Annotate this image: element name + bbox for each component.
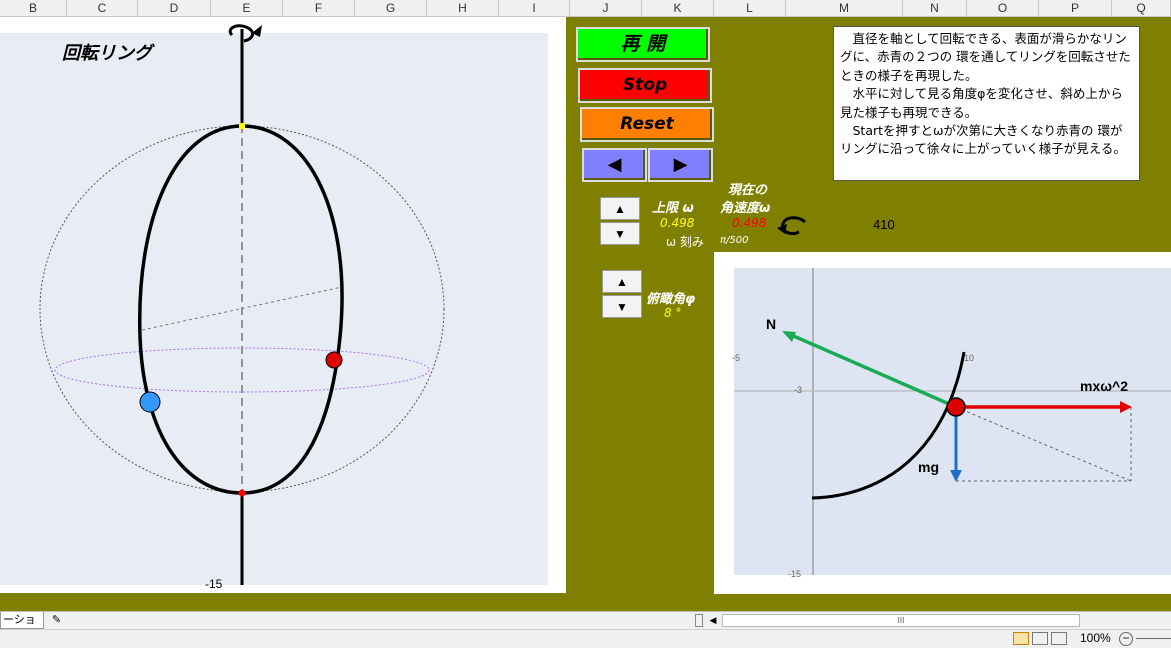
- new-sheet-icon[interactable]: ✎: [52, 614, 74, 627]
- current-omega-label-2: 角速度ω: [720, 201, 771, 216]
- zoom-level[interactable]: 100%: [1080, 631, 1111, 645]
- column-N[interactable]: N: [903, 0, 967, 16]
- normal-view-icon[interactable]: [1013, 632, 1029, 645]
- tick-y-bottom: -15: [788, 569, 802, 579]
- counter-value: 410: [873, 217, 895, 232]
- restart-button[interactable]: 再 開: [576, 27, 710, 62]
- column-J[interactable]: J: [570, 0, 642, 16]
- upper-limit-label: 上限 ω: [652, 201, 694, 216]
- split-handle[interactable]: [695, 614, 703, 627]
- column-D[interactable]: D: [138, 0, 211, 16]
- red-bead: [325, 351, 343, 369]
- bottom-marker: [238, 489, 246, 497]
- next-button[interactable]: ▶: [648, 148, 713, 182]
- centripetal-arrow-head: [1120, 401, 1132, 413]
- page-break-view-icon[interactable]: [1051, 632, 1067, 645]
- spin-down-icon[interactable]: ▼: [600, 222, 640, 245]
- top-marker: [239, 123, 245, 129]
- spin-down-icon[interactable]: ▼: [602, 295, 642, 318]
- prev-button[interactable]: ◀: [582, 148, 647, 182]
- normal-force-arrow: [788, 332, 957, 409]
- tick-y-top: -3: [794, 385, 803, 395]
- column-header: B C D E F G H I J K L M N O P Q: [0, 0, 1171, 17]
- column-C[interactable]: C: [67, 0, 138, 16]
- column-E[interactable]: E: [211, 0, 283, 16]
- page-layout-view-icon[interactable]: [1032, 632, 1048, 645]
- angle-spinner[interactable]: ▲ ▼: [602, 270, 642, 318]
- upper-limit-value: 0.498: [660, 216, 695, 230]
- normal-force-head: [782, 331, 796, 342]
- omega-step-label: ω 刻み: [666, 235, 704, 249]
- ring-axis-bottom-label: -15: [205, 577, 223, 591]
- column-O[interactable]: O: [967, 0, 1039, 16]
- spin-up-icon[interactable]: ▲: [600, 197, 640, 220]
- column-G[interactable]: G: [355, 0, 427, 16]
- bead-position: [946, 397, 966, 417]
- stop-button[interactable]: Stop: [578, 68, 712, 103]
- reset-button[interactable]: Reset: [580, 107, 714, 142]
- angle-label: 俯瞰角φ: [646, 292, 696, 307]
- tick-x-right: 10: [964, 353, 975, 363]
- angle-value: 8 °: [664, 306, 682, 320]
- ring-arc: [811, 351, 966, 500]
- current-omega-value: 0.498: [732, 216, 767, 230]
- blue-bead: [139, 391, 161, 413]
- ring-drawing: [39, 24, 445, 585]
- sheet-tab[interactable]: ーション: [0, 612, 44, 642]
- horizontal-scroll-thumb[interactable]: III: [722, 614, 1080, 627]
- omega-step-value: π/500: [720, 235, 749, 246]
- ring-chart-title: 回転リング: [62, 43, 152, 64]
- sheet-tab-bar: ーション ✎ ◀ III: [0, 611, 1171, 642]
- column-F[interactable]: F: [283, 0, 355, 16]
- column-K[interactable]: K: [642, 0, 714, 16]
- column-Q[interactable]: Q: [1112, 0, 1171, 16]
- column-M[interactable]: M: [786, 0, 903, 16]
- ring-chart[interactable]: 回転リング -15: [0, 17, 566, 593]
- label-mxw2: mxω^2: [1080, 378, 1129, 394]
- column-L[interactable]: L: [714, 0, 786, 16]
- scroll-left-icon[interactable]: ◀: [706, 614, 720, 627]
- column-P[interactable]: P: [1039, 0, 1112, 16]
- omega-spinner[interactable]: ▲ ▼: [600, 197, 640, 245]
- tick-x-left: -5: [732, 353, 741, 363]
- force-drawing: [734, 268, 1171, 575]
- gravity-arrow-head: [950, 470, 962, 482]
- resultant-guide: [955, 406, 1132, 482]
- force-chart[interactable]: N mg mxω^2 -5 10 -3 -15: [714, 252, 1171, 594]
- column-B[interactable]: B: [0, 0, 67, 16]
- ring: [137, 124, 344, 495]
- status-bar: 100% −: [0, 629, 1171, 648]
- column-H[interactable]: H: [427, 0, 499, 16]
- bottom-bar: ーション ✎ ◀ III 100% −: [0, 611, 1171, 648]
- zoom-slider[interactable]: [1136, 638, 1171, 639]
- current-omega-label-1: 現在の: [728, 183, 768, 198]
- column-I[interactable]: I: [499, 0, 570, 16]
- label-mg: mg: [918, 459, 939, 475]
- label-N: N: [766, 316, 777, 332]
- spin-up-icon[interactable]: ▲: [602, 270, 642, 293]
- rotation-icon: [777, 216, 807, 236]
- zoom-out-icon[interactable]: −: [1119, 632, 1133, 646]
- description-textbox[interactable]: 直径を軸として回転できる、表面が滑らかなリングに、赤青の２つの 環を通してリング…: [833, 26, 1140, 181]
